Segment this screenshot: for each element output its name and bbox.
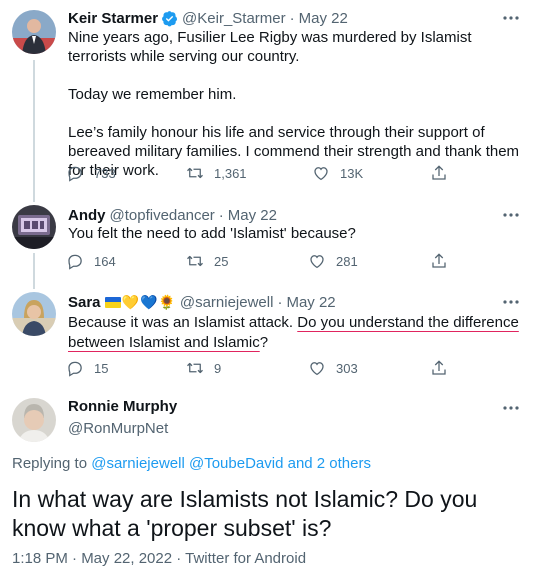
tweet-paragraph: Nine years ago, Fusilier Lee Rigby was m… — [68, 29, 472, 65]
retweet-count: 1,361 — [214, 165, 247, 181]
tweet-actions: 15 9 303 — [66, 357, 456, 379]
tweet-paragraph: You felt the need to add 'Islamist' beca… — [68, 225, 356, 242]
more-options-icon[interactable] — [502, 207, 520, 223]
thread-line — [33, 60, 35, 202]
sunflower-icon: 🌻 — [158, 294, 176, 310]
retweet-icon — [187, 167, 203, 179]
thread-line — [33, 253, 35, 289]
tweet-paragraph: Today we remember him. — [68, 86, 237, 103]
reply-button[interactable]: 164 — [66, 250, 116, 272]
reply-button[interactable]: 15 — [66, 357, 108, 379]
reply-icon — [68, 361, 82, 377]
heart-icon — [310, 362, 324, 376]
tweet-header: Keir Starmer @Keir_Starmer · May 22 — [68, 8, 348, 28]
tweet-text: Nine years ago, Fusilier Lee Rigby was m… — [68, 28, 524, 180]
tweet-text-plain: Because it was an Islamist attack. — [68, 314, 298, 331]
more-options-icon[interactable] — [502, 10, 520, 26]
handle[interactable]: @RonMurpNet — [68, 420, 168, 437]
share-button[interactable] — [430, 162, 448, 184]
avatar[interactable] — [12, 398, 56, 442]
tweet-date[interactable]: May 22 — [228, 207, 277, 224]
replying-prefix: Replying to — [12, 455, 88, 472]
blue-heart-icon: 💙 — [139, 294, 158, 310]
retweet-button[interactable]: 9 — [186, 357, 221, 379]
tweet-text: You felt the need to add 'Islamist' beca… — [68, 224, 524, 243]
tweet-sara[interactable]: Sara 💛 💙 🌻 @sarniejewell · May 22 Becaus… — [0, 292, 536, 382]
like-button[interactable]: 13K — [312, 162, 363, 184]
retweet-button[interactable]: 1,361 — [186, 162, 247, 184]
tweet-actions: 164 25 281 — [66, 250, 456, 272]
more-options-icon[interactable] — [502, 294, 520, 310]
tweet-text-end: ? — [259, 334, 269, 351]
like-button[interactable]: 281 — [308, 250, 358, 272]
yellow-heart-icon: 💛 — [121, 294, 139, 310]
tweet-keir-starmer[interactable]: Keir Starmer @Keir_Starmer · May 22 Nine… — [0, 8, 536, 202]
reply-count: 733 — [94, 165, 116, 181]
handle[interactable]: @sarniejewell — [180, 294, 274, 311]
replying-to: Replying to @sarniejewell @ToubeDavid an… — [12, 455, 371, 472]
like-count: 281 — [336, 253, 358, 269]
retweet-button[interactable]: 25 — [186, 250, 228, 272]
reply-button[interactable]: 733 — [66, 162, 116, 184]
display-name[interactable]: Keir Starmer — [68, 10, 158, 27]
name-emojis: 💛 💙 🌻 — [104, 294, 176, 310]
tweet-header: Sara 💛 💙 🌻 @sarniejewell · May 22 — [68, 292, 336, 312]
tweet-actions: 733 1,361 13K — [66, 162, 456, 184]
share-icon — [432, 165, 446, 180]
tweet-header: Andy @topfivedancer · May 22 — [68, 205, 277, 225]
like-count: 303 — [336, 360, 358, 376]
handle[interactable]: @Keir_Starmer — [182, 10, 286, 27]
avatar[interactable] — [12, 205, 56, 249]
display-name[interactable]: Ronnie Murphy — [68, 398, 177, 415]
retweet-icon — [187, 255, 203, 267]
tweet-text: Because it was an Islamist attack. Do yo… — [68, 313, 524, 353]
display-name[interactable]: Sara — [68, 294, 101, 311]
avatar[interactable] — [12, 10, 56, 54]
verified-badge-icon — [161, 10, 178, 27]
share-button[interactable] — [430, 250, 448, 272]
tweet-paragraph: Because it was an Islamist attack. Do yo… — [68, 313, 524, 353]
avatar[interactable] — [12, 292, 56, 336]
separator-dot: · — [277, 293, 283, 311]
like-button[interactable]: 303 — [308, 357, 358, 379]
heart-icon — [314, 167, 328, 181]
handle[interactable]: @topfivedancer — [110, 207, 215, 224]
tweet-date[interactable]: May 22 — [286, 294, 335, 311]
reply-icon — [68, 254, 82, 270]
reply-count: 15 — [94, 360, 109, 376]
focal-tweet-text: In what way are Islamists not Islamic? D… — [12, 486, 478, 541]
share-icon — [432, 253, 446, 268]
ukraine-flag-icon — [104, 296, 121, 308]
reply-icon — [68, 166, 82, 182]
tweet-andy[interactable]: Andy @topfivedancer · May 22 You felt th… — [0, 205, 536, 289]
more-options-icon[interactable] — [502, 400, 520, 416]
tweet-meta[interactable]: 1:18 PM · May 22, 2022 · Twitter for And… — [12, 550, 306, 567]
reply-count: 164 — [94, 253, 116, 269]
separator-dot: · — [289, 9, 295, 27]
heart-icon — [310, 255, 324, 269]
replying-users-link[interactable]: @sarniejewell @ToubeDavid and 2 others — [91, 455, 371, 472]
retweet-count: 25 — [214, 253, 229, 269]
tweet-date[interactable]: May 22 — [299, 10, 348, 27]
share-icon — [432, 360, 446, 375]
retweet-count: 9 — [214, 360, 222, 376]
separator-dot: · — [218, 206, 224, 224]
share-button[interactable] — [430, 357, 448, 379]
retweet-icon — [187, 362, 203, 374]
tweet-focal[interactable]: Ronnie Murphy @RonMurpNet Replying to @s… — [0, 398, 536, 577]
like-count: 13K — [340, 165, 364, 181]
display-name[interactable]: Andy — [68, 207, 106, 224]
